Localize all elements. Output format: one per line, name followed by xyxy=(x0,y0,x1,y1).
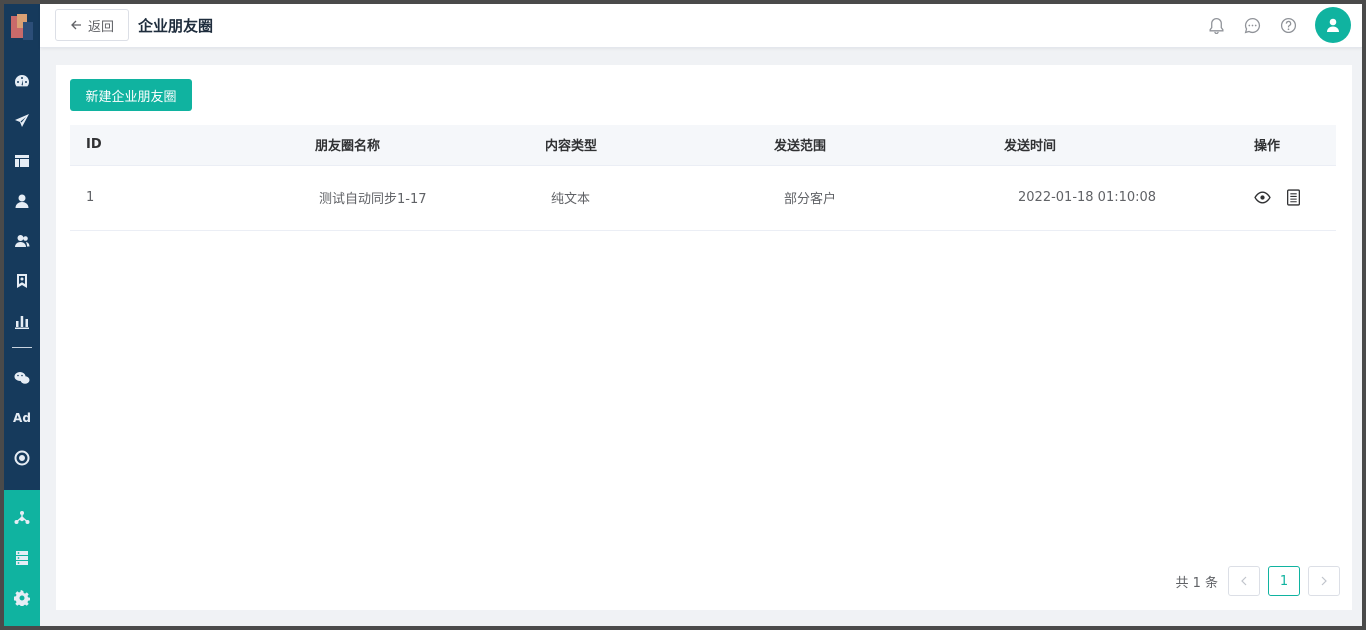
chart-icon[interactable] xyxy=(4,306,40,336)
wechat-icon[interactable] xyxy=(4,363,40,393)
pagination-total: 共 1 条 xyxy=(1175,575,1218,591)
pagination: 共 1 条 1 xyxy=(1175,566,1340,596)
server-icon[interactable] xyxy=(4,543,40,573)
sidebar: Ad xyxy=(4,4,40,626)
bell-icon[interactable] xyxy=(1206,15,1226,35)
page-title: 企业朋友圈 xyxy=(138,17,214,35)
back-label: 返回 xyxy=(87,19,114,35)
back-button[interactable]: 返回 xyxy=(55,9,129,41)
users-icon[interactable] xyxy=(4,226,40,256)
cell-actions xyxy=(1238,165,1336,230)
column-header-content-type: 内容类型 xyxy=(529,125,758,166)
main-content: 新建企业朋友圈 ID 朋友圈名称 内容类型 发送范围 发送时间 操作 1 测试自… xyxy=(56,65,1352,610)
target-icon[interactable] xyxy=(4,443,40,473)
page-number-button[interactable]: 1 xyxy=(1268,566,1300,596)
prev-page-button[interactable] xyxy=(1228,566,1260,596)
avatar[interactable] xyxy=(1315,7,1351,43)
cell-scope: 部分客户 xyxy=(784,192,837,207)
chevron-left-icon xyxy=(1241,576,1247,586)
detail-list-icon[interactable] xyxy=(1285,189,1302,206)
help-icon[interactable] xyxy=(1278,15,1298,35)
table-row: 1 测试自动同步1-17 纯文本 部分客户 2022-01-18 01:10:0… xyxy=(70,165,1336,230)
ad-icon[interactable]: Ad xyxy=(4,403,40,433)
chevron-right-icon xyxy=(1321,576,1327,586)
cell-content-type: 纯文本 xyxy=(551,192,591,207)
arrow-left-icon xyxy=(71,20,81,30)
create-moment-button[interactable]: 新建企业朋友圈 xyxy=(70,79,192,111)
header: 返回 企业朋友圈 xyxy=(40,4,1362,48)
chat-icon[interactable] xyxy=(1242,15,1262,35)
send-icon[interactable] xyxy=(4,106,40,136)
share-icon[interactable] xyxy=(4,503,40,533)
cell-id: 1 xyxy=(86,190,95,205)
next-page-button[interactable] xyxy=(1308,566,1340,596)
cell-send-time: 2022-01-18 01:10:08 xyxy=(1018,190,1157,205)
cell-name: 测试自动同步1-17 xyxy=(319,192,427,207)
layout-icon[interactable] xyxy=(4,146,40,176)
user-avatar-icon xyxy=(1327,18,1339,32)
app-window: Ad 返回 企业朋友圈 新建企业朋友圈 ID 朋友圈名称 内容类型 发送范围 发… xyxy=(4,4,1362,626)
user-icon[interactable] xyxy=(4,186,40,216)
column-header-name: 朋友圈名称 xyxy=(299,125,529,166)
logo xyxy=(11,14,33,40)
moments-table: ID 朋友圈名称 内容类型 发送范围 发送时间 操作 1 测试自动同步1-17 … xyxy=(70,125,1336,231)
column-header-actions: 操作 xyxy=(1238,125,1336,166)
column-header-send-time: 发送时间 xyxy=(988,125,1238,166)
column-header-id: ID xyxy=(70,125,299,166)
bookmark-icon[interactable] xyxy=(4,266,40,296)
table-header-row: ID 朋友圈名称 内容类型 发送范围 发送时间 操作 xyxy=(70,125,1336,166)
view-icon[interactable] xyxy=(1254,189,1271,206)
ad-label: Ad xyxy=(13,411,31,425)
sidebar-divider xyxy=(12,347,32,348)
column-header-scope: 发送范围 xyxy=(758,125,988,166)
sidebar-bottom xyxy=(4,490,40,626)
dashboard-icon[interactable] xyxy=(4,66,40,96)
gear-icon[interactable] xyxy=(4,583,40,613)
